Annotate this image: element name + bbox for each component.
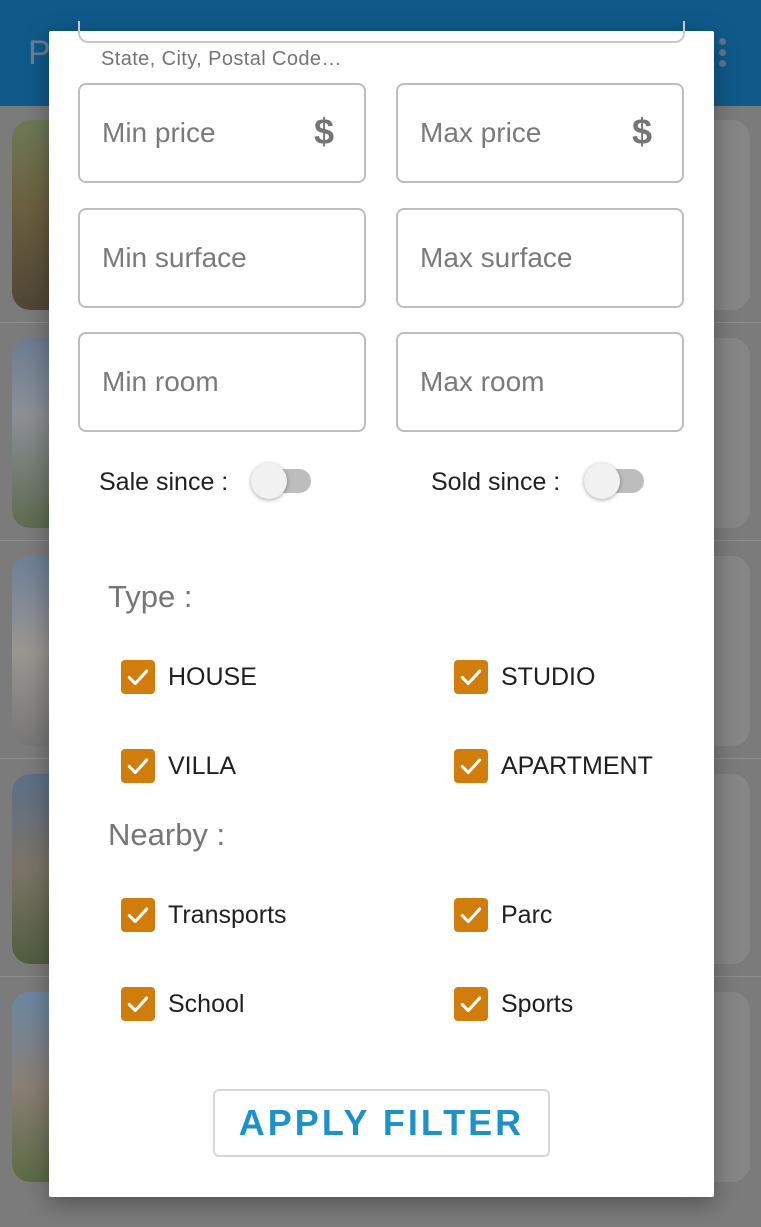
app-title: P (28, 34, 51, 72)
nearby-transports-checkbox[interactable]: Transports (121, 898, 287, 932)
min-room-field[interactable] (78, 332, 366, 432)
max-price-field[interactable]: $ (396, 83, 684, 183)
type-section-label: Type : (108, 579, 193, 614)
checkbox-checked-icon[interactable] (121, 898, 155, 932)
checkbox-checked-icon[interactable] (454, 660, 488, 694)
max-surface-field[interactable] (396, 208, 684, 308)
nearby-parc-checkbox[interactable]: Parc (454, 898, 552, 932)
min-surface-input[interactable] (80, 210, 364, 306)
min-room-input[interactable] (80, 334, 364, 430)
nearby-sports-checkbox[interactable]: Sports (454, 987, 573, 1021)
checkbox-label: APARTMENT (501, 751, 653, 780)
property-thumbnail (12, 774, 52, 964)
switch-thumb (251, 463, 287, 499)
property-thumbnail (12, 338, 52, 528)
dollar-icon: $ (313, 111, 334, 152)
property-thumbnail (12, 120, 52, 310)
checkbox-label: STUDIO (501, 662, 596, 691)
checkbox-checked-icon[interactable] (454, 749, 488, 783)
checkbox-checked-icon[interactable] (454, 898, 488, 932)
apply-filter-button[interactable]: APPLY FILTER (213, 1089, 550, 1157)
max-room-field[interactable] (396, 332, 684, 432)
nearby-school-checkbox[interactable]: School (121, 987, 244, 1021)
checkbox-label: Transports (168, 900, 287, 929)
max-surface-input[interactable] (398, 210, 682, 306)
checkbox-label: HOUSE (168, 662, 257, 691)
dollar-icon: $ (631, 111, 652, 152)
type-studio-checkbox[interactable]: STUDIO (454, 660, 595, 694)
type-villa-checkbox[interactable]: VILLA (121, 749, 236, 783)
sold-since-label: Sold since : (431, 468, 561, 496)
switch-thumb (584, 463, 620, 499)
checkbox-checked-icon[interactable] (121, 660, 155, 694)
sale-since-switch[interactable] (251, 463, 311, 499)
min-surface-field[interactable] (78, 208, 366, 308)
property-thumbnail (12, 992, 52, 1182)
checkbox-checked-icon[interactable] (121, 987, 155, 1021)
checkbox-label: VILLA (168, 751, 237, 780)
filter-dialog: State, City, Postal Code… $ $ Sale since… (49, 21, 714, 1197)
checkbox-label: Parc (501, 900, 553, 929)
type-apartment-checkbox[interactable]: APARTMENT (454, 749, 653, 783)
checkbox-checked-icon[interactable] (454, 987, 488, 1021)
address-helper-text: State, City, Postal Code… (101, 48, 342, 70)
checkbox-label: School (168, 989, 245, 1018)
checkbox-checked-icon[interactable] (121, 749, 155, 783)
nearby-section-label: Nearby : (108, 817, 226, 852)
min-price-field[interactable]: $ (78, 83, 366, 183)
sold-since-switch[interactable] (584, 463, 644, 499)
type-house-checkbox[interactable]: HOUSE (121, 660, 257, 694)
property-thumbnail (12, 556, 52, 746)
address-field[interactable] (78, 21, 685, 43)
overflow-menu-icon[interactable] (716, 38, 728, 72)
checkbox-label: Sports (501, 989, 574, 1018)
max-room-input[interactable] (398, 334, 682, 430)
sale-since-label: Sale since : (99, 468, 229, 496)
